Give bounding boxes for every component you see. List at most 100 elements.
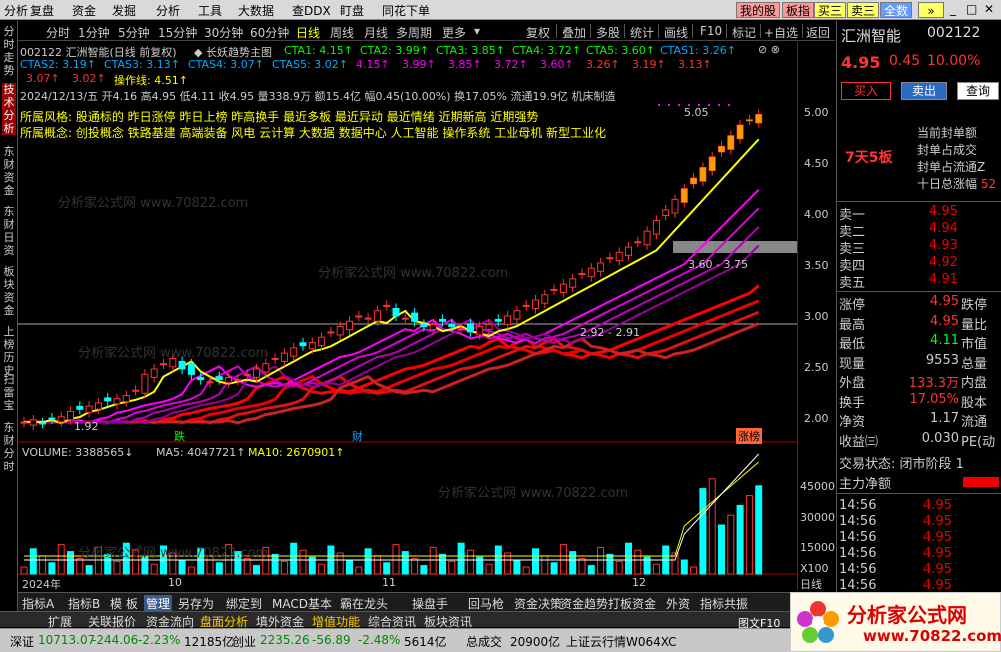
nav-east-daily[interactable]: 东财日资	[2, 205, 16, 257]
menu-review[interactable]: 复盘	[30, 2, 54, 19]
tab-daily[interactable]: 日线	[296, 24, 320, 41]
adjust-button[interactable]: 复权	[526, 24, 550, 41]
tab-4[interactable]: 另存为	[176, 595, 216, 612]
overlay-button[interactable]: 叠加	[562, 24, 586, 41]
event-limit-list[interactable]: 涨榜	[736, 428, 762, 444]
candle	[578, 273, 586, 276]
event-finance[interactable]: 财	[352, 428, 363, 444]
menu-discover[interactable]: 发掘	[112, 2, 136, 19]
nav-east-funds[interactable]: 东财资金	[2, 145, 16, 197]
volume-bar	[587, 565, 595, 575]
tab-1[interactable]: 指标B	[66, 595, 102, 612]
tab-13[interactable]: 外资	[664, 595, 692, 612]
tab-15min[interactable]: 15分钟	[158, 24, 197, 41]
tab-weekly[interactable]: 周线	[330, 24, 354, 41]
more-arrow-icon[interactable]: ▾	[474, 24, 480, 38]
menu-bigdata[interactable]: 大数据	[238, 2, 274, 19]
nav-intraday[interactable]: 分时走势	[2, 25, 16, 77]
kline-chart[interactable]: 002122 汇洲智能(日线 前复权) ◆ 长妖趋势主图 CTA1: 4.15↑…	[18, 42, 835, 591]
tab-8[interactable]: 操盘手	[410, 595, 450, 612]
candle	[383, 304, 391, 307]
f10-link[interactable]: 图文F10	[738, 615, 780, 631]
stat-label-2: 内盘	[961, 376, 988, 391]
volume-bar	[606, 553, 614, 575]
tab-11[interactable]: 资金趋势	[558, 595, 610, 612]
f10-button[interactable]: F10	[700, 24, 722, 38]
tab-monthly[interactable]: 月线	[364, 24, 388, 41]
close-icon[interactable]: ✕	[984, 2, 994, 16]
tab-14[interactable]: 指标共振	[698, 595, 750, 612]
tab-2[interactable]: 模 板	[108, 595, 140, 612]
menu-monitor[interactable]: 盯盘	[340, 2, 364, 19]
nav-technical[interactable]: 技术分析	[2, 83, 16, 135]
tick-price: 4.95	[923, 530, 952, 545]
add-watchlist-button[interactable]: +自选	[764, 24, 798, 41]
nav-minesweeper[interactable]: 扫雷宝	[2, 373, 16, 412]
tab-1min[interactable]: 1分钟	[78, 24, 110, 41]
query-button[interactable]: 查询	[957, 82, 999, 100]
val-c: 3.85↑	[448, 58, 482, 71]
chart-close-icon[interactable]: ⊘ ⊗	[758, 43, 780, 56]
maximize-icon[interactable]: □	[966, 2, 977, 16]
menu-tools[interactable]: 工具	[198, 2, 222, 19]
book-row[interactable]: 卖五 4.91	[839, 272, 1001, 291]
volume-bar	[652, 563, 660, 575]
menu-trade[interactable]: 同花下单	[382, 2, 430, 19]
mark-button[interactable]: 标记	[732, 24, 756, 41]
tab-10[interactable]: 资金决策	[512, 595, 564, 612]
menu-analysis2[interactable]: 分析	[156, 2, 180, 19]
tab-12[interactable]: 打板资金	[606, 595, 658, 612]
volume-bar	[699, 488, 707, 575]
expand-icon[interactable]: »	[918, 2, 944, 18]
menu-analysis[interactable]: 分析	[4, 2, 28, 19]
tab-60min[interactable]: 60分钟	[250, 24, 289, 41]
axis-tick: 2.00	[804, 412, 829, 425]
signal-dot	[678, 104, 680, 106]
draw-button[interactable]: 画线	[664, 24, 688, 41]
menu-funds[interactable]: 资金	[72, 2, 96, 19]
volume-bar	[578, 558, 586, 575]
tab-0[interactable]: 指标A	[20, 595, 56, 612]
book-price: 4.94	[929, 221, 958, 236]
buy3-button[interactable]: 买三	[814, 2, 847, 18]
tab-3[interactable]: 管理	[144, 595, 173, 612]
my-stocks-button[interactable]: 我的股	[736, 2, 781, 18]
minimize-icon[interactable]: _	[950, 2, 956, 16]
tab-9[interactable]: 回马枪	[466, 595, 506, 612]
axis-tick: 2.50	[804, 361, 829, 374]
tab-30min[interactable]: 30分钟	[204, 24, 243, 41]
tab-5[interactable]: 绑定到	[224, 595, 264, 612]
sz-amount: 12185亿	[184, 635, 235, 649]
menu-ddx[interactable]: 查DDX	[292, 2, 331, 19]
signal-dot	[658, 104, 660, 106]
event-drop[interactable]: 跌	[174, 428, 185, 444]
full-data-button[interactable]: 全数	[880, 2, 913, 18]
book-price: 4.93	[929, 238, 958, 253]
tab-6[interactable]: MACD基本	[270, 595, 334, 612]
nav-list-history[interactable]: 上榜历史	[2, 325, 16, 377]
volume-bar	[569, 551, 577, 575]
stat-label-2: 股本	[961, 395, 988, 411]
stock-code: 002122	[927, 25, 981, 41]
tab-more[interactable]: 更多	[442, 24, 466, 41]
ohlc-line: 2024/12/13/五 开4.16 高4.95 低4.11 收4.95 量33…	[20, 90, 616, 103]
period-toolbar: 分时 1分钟 5分钟 15分钟 30分钟 60分钟 日线 周线 月线 多周期 更…	[18, 21, 835, 41]
board-index-button[interactable]: 板指	[782, 2, 815, 18]
tab-multi[interactable]: 多周期	[396, 24, 432, 41]
tab-intraday[interactable]: 分时	[46, 24, 70, 41]
candle	[215, 376, 223, 381]
nav-board-funds[interactable]: 板块资金	[2, 265, 16, 317]
sell3-button[interactable]: 卖三	[847, 2, 880, 18]
sell-button[interactable]: 卖出	[901, 82, 947, 100]
tab-5min[interactable]: 5分钟	[118, 24, 150, 41]
candle	[532, 299, 539, 309]
buy-button[interactable]: 买入	[841, 82, 891, 100]
nav-east-intraday[interactable]: 东财分时	[2, 421, 16, 473]
stats-button[interactable]: 统计	[630, 24, 654, 41]
tab-7[interactable]: 霸在龙头	[338, 595, 390, 612]
back-button[interactable]: 返回	[806, 24, 830, 41]
signal-dot	[728, 104, 730, 106]
ctas5: CTAS5: 3.02↑	[272, 58, 348, 71]
multi-stock-button[interactable]: 多股	[596, 24, 620, 41]
cy-label: 创业	[232, 635, 257, 649]
